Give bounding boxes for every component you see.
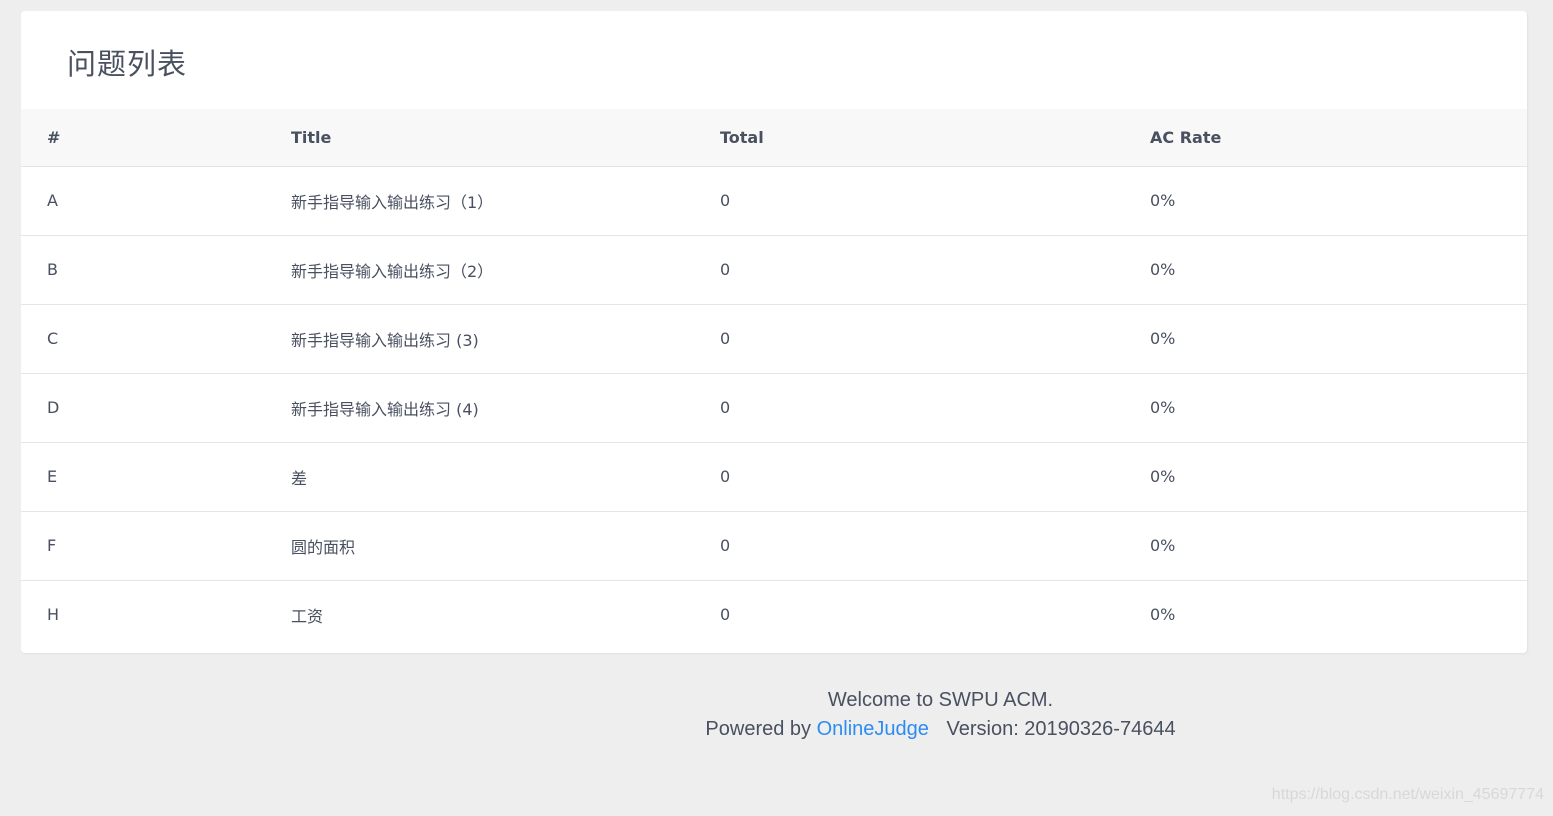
table-header-row: # Title Total AC Rate <box>21 109 1527 167</box>
problem-total: 0 <box>720 511 1150 581</box>
problem-ac-rate: 0% <box>1150 304 1527 374</box>
problem-title-link[interactable]: 工资 <box>291 580 720 649</box>
table-row[interactable]: B 新手指导输入输出练习（2） 0 0% <box>21 235 1527 305</box>
footer-powered: Powered by OnlineJudge Version: 20190326… <box>0 715 1553 744</box>
problem-id: B <box>21 235 291 305</box>
problem-title-link[interactable]: 新手指导输入输出练习 (3) <box>291 304 720 374</box>
problem-total: 0 <box>720 373 1150 443</box>
watermark: https://blog.csdn.net/weixin_45697774 <box>1271 786 1544 803</box>
footer-welcome: Welcome to SWPU ACM. <box>827 689 1054 711</box>
problem-id: E <box>21 442 291 512</box>
problem-ac-rate: 0% <box>1150 235 1527 305</box>
problem-title-link[interactable]: 差 <box>291 442 720 512</box>
onlinejudge-link[interactable]: OnlineJudge <box>817 718 929 740</box>
problem-table: # Title Total AC Rate A 新手指导输入输出练习（1） 0 … <box>21 109 1527 649</box>
page-footer: Welcome to SWPU ACM. Powered by OnlineJu… <box>0 686 1553 744</box>
page-title: 问题列表 <box>67 47 188 81</box>
problem-ac-rate: 0% <box>1150 605 1176 625</box>
problem-total: 0 <box>720 442 1150 512</box>
problem-ac-rate: 0% <box>1150 442 1527 512</box>
table-row[interactable]: D 新手指导输入输出练习 (4) 0 0% <box>21 373 1527 443</box>
table-row[interactable]: A 新手指导输入输出练习（1） 0 0% <box>21 166 1527 236</box>
table-row[interactable]: F 圆的面积 0 0% <box>21 511 1527 581</box>
problem-total: 0 <box>720 605 731 625</box>
problem-title-link[interactable]: 圆的面积 <box>291 511 720 581</box>
table-row[interactable]: H 工资 0 0% <box>21 580 1527 649</box>
problem-total: 0 <box>720 235 1150 305</box>
footer-version: Version: 20190326-74644 <box>946 718 1176 740</box>
problem-list-card: 问题列表 # Title Total AC Rate A 新手指导输入输出练习（… <box>21 11 1527 653</box>
problem-id: A <box>21 166 291 236</box>
problem-id: H <box>47 605 60 625</box>
column-header-ac-rate[interactable]: AC Rate <box>1150 109 1527 167</box>
problem-ac-rate: 0% <box>1150 166 1527 236</box>
table-row[interactable]: C 新手指导输入输出练习 (3) 0 0% <box>21 304 1527 374</box>
problem-ac-rate: 0% <box>1150 373 1527 443</box>
problem-id: C <box>21 304 291 374</box>
problem-title-link[interactable]: 新手指导输入输出练习（1） <box>291 166 720 236</box>
footer-powered-by: Powered by <box>705 718 812 740</box>
column-header-total[interactable]: Total <box>720 109 1150 167</box>
problem-id: F <box>21 511 291 581</box>
problem-ac-rate: 0% <box>1150 511 1527 581</box>
problem-total: 0 <box>720 166 1150 236</box>
problem-title-link[interactable]: 新手指导输入输出练习 (4) <box>291 373 720 443</box>
problem-id: D <box>21 373 291 443</box>
problem-title-link[interactable]: 新手指导输入输出练习（2） <box>291 235 720 305</box>
problem-total: 0 <box>720 304 1150 374</box>
table-row[interactable]: E 差 0 0% <box>21 442 1527 512</box>
column-header-title[interactable]: Title <box>291 109 720 167</box>
column-header-id[interactable]: # <box>21 109 291 167</box>
